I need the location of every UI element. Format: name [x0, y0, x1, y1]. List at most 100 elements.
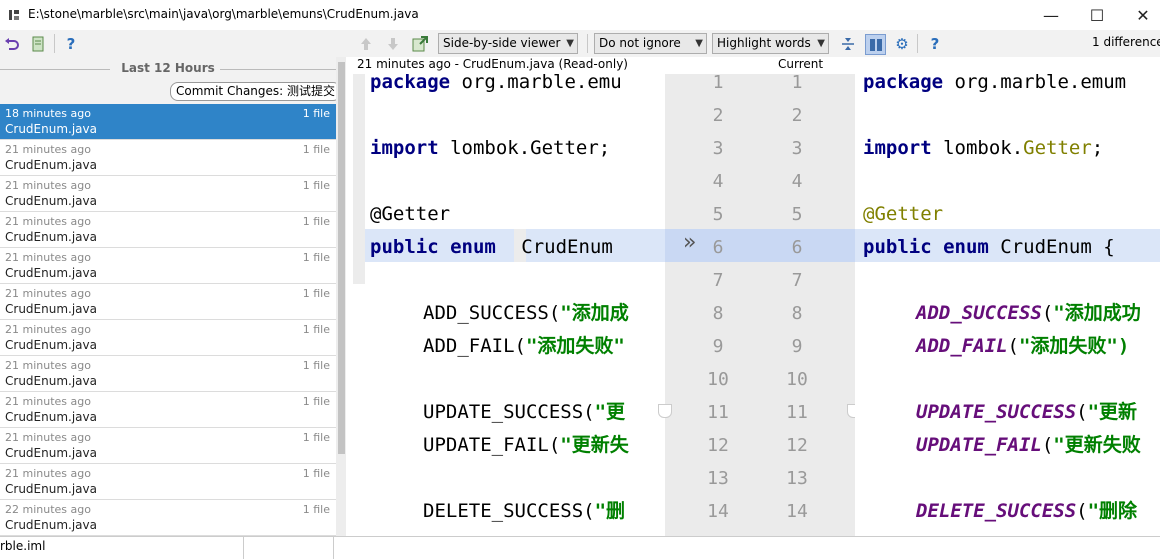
maximize-button[interactable]: ☐	[1074, 0, 1120, 30]
chevron-down-icon: ▼	[566, 38, 574, 49]
left-line-number: 8	[712, 303, 724, 324]
next-difference-icon[interactable]	[383, 34, 403, 54]
right-editor[interactable]: package org.marble.emum import lombok.Ge…	[855, 74, 1160, 536]
left-editor[interactable]: package org.marble.emu import lombok.Get…	[365, 74, 665, 536]
right-line-number: 3	[791, 138, 803, 159]
code-line: ADD_FAIL("添加失败"	[423, 335, 625, 357]
history-item-time: 22 minutes ago	[5, 503, 91, 516]
toolbar-separator	[587, 34, 588, 53]
code-line: package org.marble.emu	[370, 74, 622, 93]
history-item-file: CrudEnum.java	[5, 338, 97, 352]
window-title: E:\stone\marble\src\main\java\org\marble…	[28, 7, 419, 21]
history-item-count: 1 file	[302, 179, 330, 192]
apply-change-icon[interactable]: »	[683, 230, 696, 255]
history-item[interactable]: 21 minutes ago CrudEnum.java 1 file	[0, 176, 336, 212]
code-line: @Getter	[370, 203, 451, 225]
divider	[243, 537, 244, 559]
title-bar: E:\stone\marble\src\main\java\org\marble…	[0, 0, 1160, 30]
left-line-number: 3	[712, 138, 724, 159]
right-line-number: 14	[786, 501, 808, 522]
left-line-number: 2	[712, 105, 724, 126]
prev-difference-icon[interactable]	[356, 34, 376, 54]
collapse-unchanged-icon[interactable]	[838, 34, 858, 54]
viewer-mode-label: Side-by-side viewer	[443, 36, 561, 50]
history-item[interactable]: 22 minutes ago CrudEnum.java 1 file	[0, 500, 336, 536]
toolbar-separator	[917, 34, 918, 53]
minimize-button[interactable]: —	[1028, 0, 1074, 30]
history-item-count: 1 file	[302, 323, 330, 336]
history-scrollbar-thumb[interactable]	[338, 62, 345, 454]
right-line-number: 13	[786, 468, 808, 489]
toolbar-separator	[54, 34, 55, 53]
history-item-file: CrudEnum.java	[5, 194, 97, 208]
history-item[interactable]: 21 minutes ago CrudEnum.java 1 file	[0, 248, 336, 284]
history-item[interactable]: 21 minutes ago CrudEnum.java 1 file	[0, 356, 336, 392]
code-line: package org.marble.emum	[863, 74, 1127, 93]
right-line-number: 5	[791, 204, 803, 225]
history-item-file: CrudEnum.java	[5, 122, 97, 136]
history-item-time: 21 minutes ago	[5, 431, 91, 444]
history-item-time: 21 minutes ago	[5, 395, 91, 408]
viewer-mode-dropdown[interactable]: Side-by-side viewer ▼	[438, 33, 578, 54]
history-item-time: 21 minutes ago	[5, 323, 91, 336]
history-item-time: 21 minutes ago	[5, 251, 91, 264]
history-item-file: CrudEnum.java	[5, 410, 97, 424]
history-item-count: 1 file	[302, 395, 330, 408]
gear-icon[interactable]: ⚙	[892, 34, 912, 54]
code-line: ADD_SUCCESS("添加成功	[916, 302, 1141, 324]
code-line: public enum CrudEnum	[370, 236, 613, 258]
ignore-whitespace-dropdown[interactable]: Do not ignore ▼	[594, 33, 707, 54]
history-item-file: CrudEnum.java	[5, 266, 97, 280]
history-item[interactable]: 21 minutes ago CrudEnum.java 1 file	[0, 392, 336, 428]
left-line-number: 5	[712, 204, 724, 225]
divider	[220, 69, 336, 70]
divider	[333, 537, 334, 559]
create-patch-icon[interactable]	[28, 34, 48, 54]
code-line: UPDATE_FAIL("更新失	[423, 434, 629, 456]
history-item[interactable]: 21 minutes ago CrudEnum.java 1 file	[0, 428, 336, 464]
help-icon[interactable]: ?	[61, 34, 81, 54]
history-item-time: 21 minutes ago	[5, 179, 91, 192]
project-file-label[interactable]: rble.iml	[0, 539, 45, 553]
history-item-time: 21 minutes ago	[5, 287, 91, 300]
history-item[interactable]: 18 minutes ago CrudEnum.java 1 file	[0, 104, 336, 140]
left-line-number: 10	[707, 369, 729, 390]
history-item-time: 21 minutes ago	[5, 215, 91, 228]
revert-icon[interactable]	[2, 34, 22, 54]
fold-icon[interactable]	[658, 404, 672, 418]
close-button[interactable]: ✕	[1120, 0, 1160, 30]
code-line: DELETE_SUCCESS("删除	[916, 500, 1138, 522]
history-item-count: 1 file	[302, 251, 330, 264]
history-item-count: 1 file	[302, 143, 330, 156]
edit-source-icon[interactable]	[410, 34, 430, 54]
sync-scroll-icon[interactable]	[865, 34, 886, 55]
history-item[interactable]: 21 minutes ago CrudEnum.java 1 file	[0, 284, 336, 320]
code-line: import lombok.Getter;	[370, 137, 611, 159]
right-line-number: 4	[791, 171, 803, 192]
code-line: UPDATE_SUCCESS("更	[423, 401, 626, 423]
history-item-time: 18 minutes ago	[5, 107, 91, 120]
right-line-number: 1	[791, 72, 803, 93]
help-icon[interactable]: ?	[925, 34, 945, 54]
right-line-number: 12	[786, 435, 808, 456]
history-item-file: CrudEnum.java	[5, 158, 97, 172]
left-editor-gutter	[353, 74, 365, 284]
chevron-down-icon: ▼	[817, 38, 825, 49]
highlight-mode-dropdown[interactable]: Highlight words ▼	[712, 33, 829, 54]
code-line: import lombok.Getter;	[863, 137, 1104, 159]
history-item[interactable]: 21 minutes ago CrudEnum.java 1 file	[0, 140, 336, 176]
diff-gutter: » 1 1 2 2 3 3 4 4 5 5 6 6 7 7 8 8 9 9 10 10 11 11 12 12 13 13 14 14	[658, 72, 861, 536]
history-item[interactable]: 21 minutes ago CrudEnum.java 1 file	[0, 320, 336, 356]
history-item-count: 1 file	[302, 503, 330, 516]
right-line-number: 10	[786, 369, 808, 390]
left-line-number: 7	[712, 270, 724, 291]
history-item[interactable]: 21 minutes ago CrudEnum.java 1 file	[0, 464, 336, 500]
code-line: ADD_FAIL("添加失败")	[916, 335, 1130, 357]
history-item-time: 21 minutes ago	[5, 359, 91, 372]
left-line-number: 6	[712, 237, 724, 258]
toolbar: ? Side-by-side viewer ▼ Do not ignore ▼ …	[0, 30, 1160, 57]
left-line-number: 1	[712, 72, 724, 93]
history-item-count: 1 file	[302, 431, 330, 444]
left-line-number: 12	[707, 435, 729, 456]
history-item[interactable]: 21 minutes ago CrudEnum.java 1 file	[0, 212, 336, 248]
